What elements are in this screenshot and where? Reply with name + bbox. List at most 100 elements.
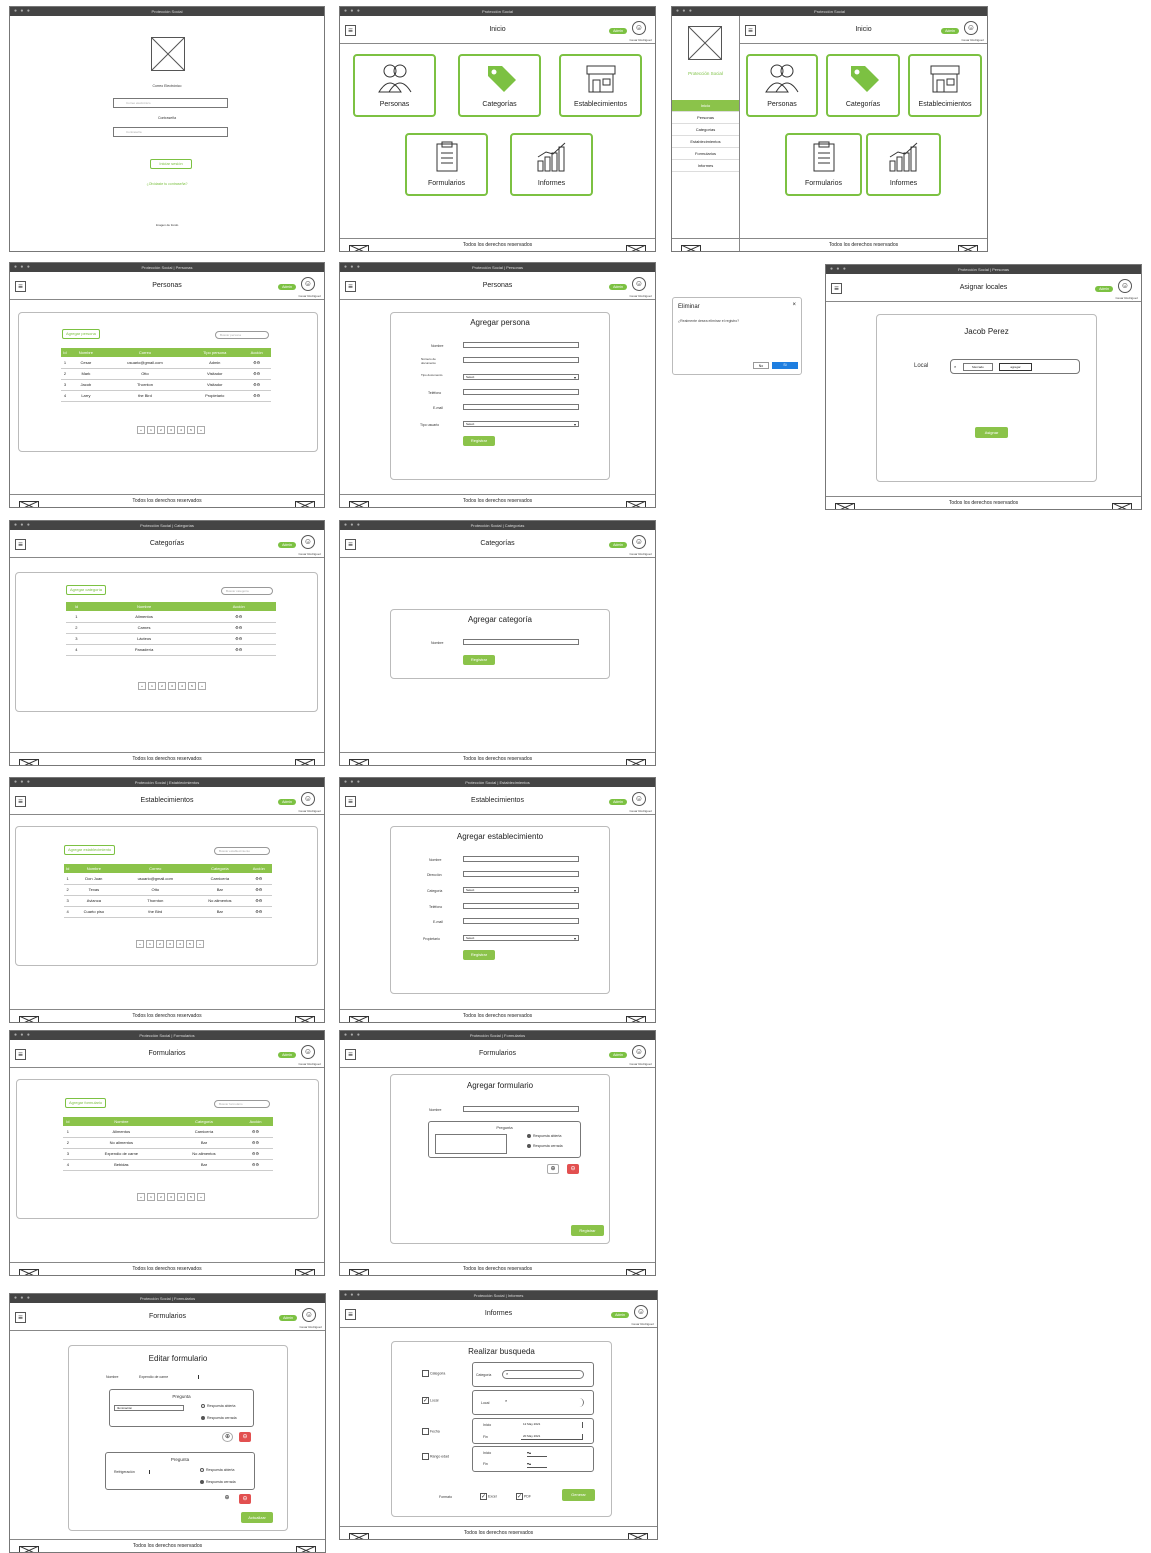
tile-personas[interactable]: Personas [353,54,436,117]
asignar-button[interactable]: Asignar [975,427,1008,438]
tile-informes[interactable]: Informes [866,133,941,196]
user-avatar-icon[interactable]: ☺ [301,1045,315,1059]
question-value[interactable]: Refrigeración [114,1470,150,1474]
radio-respuesta-cerrada[interactable]: Respuesta cerrada [200,1480,236,1485]
user-avatar-icon[interactable]: ☺ [301,535,315,549]
tile-formularios[interactable]: Formularios [405,133,488,196]
tile-categorias[interactable]: Categorías [826,54,900,117]
filter-categoria[interactable]: Categoría [422,1370,445,1377]
search-input[interactable]: Buscar categoría [221,587,273,595]
user-avatar-icon[interactable]: ☺ [632,535,646,549]
tile-informes[interactable]: Informes [510,133,593,196]
local-multiselect[interactable]: ⌕ Mercado agregar [950,359,1080,374]
pagination[interactable]: «1 2 3 4 5» [138,682,206,690]
local-chip[interactable]: Mercado [963,363,993,371]
categoria-search[interactable]: ⌕ [502,1370,584,1379]
forgot-password-link[interactable]: ¿Olvidaste tu contraseña? [10,182,324,186]
nombre-value[interactable]: Expendio de carne [139,1375,200,1379]
local-chip[interactable]: agregar [999,363,1032,371]
sidebar-item-informes[interactable]: Informes [672,160,739,172]
sidebar-item-establecimientos[interactable]: Establecimientos [672,136,739,148]
direccion-input[interactable] [463,871,579,877]
add-establecimiento-button[interactable]: Agregar establecimiento [64,845,116,855]
radio-respuesta-cerrada[interactable]: Respuesta cerrada [201,1416,237,1421]
categoria-select[interactable]: Select [463,887,579,893]
tipo-documento-select[interactable]: Select [463,374,579,380]
generar-button[interactable]: Generar [562,1489,595,1501]
password-input[interactable]: Contraseña [113,127,228,137]
delete-question-icon[interactable]: ⊖ [239,1432,251,1442]
user-avatar-icon[interactable]: ☺ [632,1045,646,1059]
user-avatar-icon[interactable]: ☺ [634,1305,648,1319]
tile-personas[interactable]: Personas [746,54,818,117]
tile-categorias[interactable]: Categorías [458,54,541,117]
search-input[interactable]: Buscar persona [215,331,269,339]
pagination[interactable]: «1 2 3 4 5» [137,426,205,434]
user-avatar-icon[interactable]: ☺ [964,21,978,35]
edad-fin-stepper[interactable]: ▾▴ [527,1461,547,1468]
radio-respuesta-cerrada[interactable]: Respuesta cerrada [527,1144,563,1149]
question-input[interactable]: Iluminación [114,1405,184,1411]
registrar-button[interactable]: Registrar [571,1225,604,1236]
user-avatar-icon[interactable]: ☺ [301,277,315,291]
sidebar-item-formularios[interactable]: Formularios [672,148,739,160]
pdf-checkbox[interactable]: ✓ PDF [516,1493,531,1500]
nombre-input[interactable] [463,639,579,645]
login-button[interactable]: Iniciar sesión [150,159,192,169]
add-question-icon[interactable]: ⊕ [547,1164,559,1174]
tile-establecimientos[interactable]: Establecimientos [559,54,642,117]
registrar-button[interactable]: Registrar [463,950,495,960]
delete-question-icon[interactable]: ⊖ [239,1494,251,1504]
edad-inicio-stepper[interactable]: ▾▴ [527,1450,547,1457]
radio-respuesta-abierta[interactable]: Respuesta abierta [201,1404,235,1409]
delete-question-icon[interactable]: ⊖ [567,1164,579,1174]
radio-respuesta-abierta[interactable]: Respuesta abierta [527,1134,561,1139]
sidebar-item-inicio[interactable]: Inicio [672,100,739,112]
nombre-input[interactable] [463,1106,579,1112]
propietario-select[interactable]: Select [463,935,579,941]
sidebar-item-categorias[interactable]: Categorías [672,124,739,136]
excel-checkbox[interactable]: ✓ Excel [480,1493,497,1500]
user-avatar-icon[interactable]: ☺ [301,792,315,806]
tile-establecimientos[interactable]: Establecimientos [908,54,982,117]
user-avatar-icon[interactable]: ☺ [302,1308,316,1322]
close-icon[interactable]: × [792,302,796,308]
si-button[interactable]: Sí [772,362,798,369]
search-input[interactable]: Buscar formulario [214,1100,270,1108]
registrar-button[interactable]: Registrar [463,436,495,446]
user-avatar-icon[interactable]: ☺ [632,277,646,291]
user-avatar-icon[interactable]: ☺ [1118,279,1132,293]
documento-input[interactable] [463,357,579,363]
nombre-input[interactable] [463,342,579,348]
telefono-input[interactable] [463,903,579,909]
filter-rango-edad[interactable]: Rango edad [422,1453,449,1460]
email-input[interactable]: Correo electrónico [113,98,228,108]
add-question-icon[interactable]: ⊕ [221,1494,233,1504]
question-input[interactable] [435,1134,507,1154]
user-avatar-icon[interactable]: ☺ [632,21,646,35]
actualizar-button[interactable]: Actualizar [241,1512,273,1523]
registrar-button[interactable]: Registrar [463,655,495,665]
pagination[interactable]: «1 2 3 4 5» [137,1193,205,1201]
user-avatar-icon[interactable]: ☺ [632,792,646,806]
inicio-date[interactable]: 12 May 2021 [521,1422,583,1428]
add-formulario-button[interactable]: Agregar formulario [65,1098,107,1108]
fin-date[interactable]: 20 May 2021 [521,1434,583,1440]
nombre-input[interactable] [463,856,579,862]
no-button[interactable]: No [753,362,769,369]
pagination[interactable]: «1 2 3 4 5» [136,940,204,948]
email-input[interactable] [463,404,579,410]
filter-fecha[interactable]: Fecha [422,1428,440,1435]
tipo-usuario-select[interactable]: Select [463,421,579,427]
sidebar-item-personas[interactable]: Personas [672,112,739,124]
add-question-icon[interactable]: ⊕ [222,1432,233,1442]
add-persona-button[interactable]: Agregar persona [62,329,100,339]
search-input[interactable]: Buscar establecimiento [214,847,270,855]
tile-formularios[interactable]: Formularios [785,133,862,196]
email-input[interactable] [463,918,579,924]
filter-local[interactable]: ✓ Local [422,1397,438,1404]
local-search[interactable]: ⌕ [502,1398,584,1407]
telefono-input[interactable] [463,389,579,395]
radio-respuesta-abierta[interactable]: Respuesta abierta [200,1468,234,1473]
add-categoria-button[interactable]: Agregar categoría [66,585,107,595]
